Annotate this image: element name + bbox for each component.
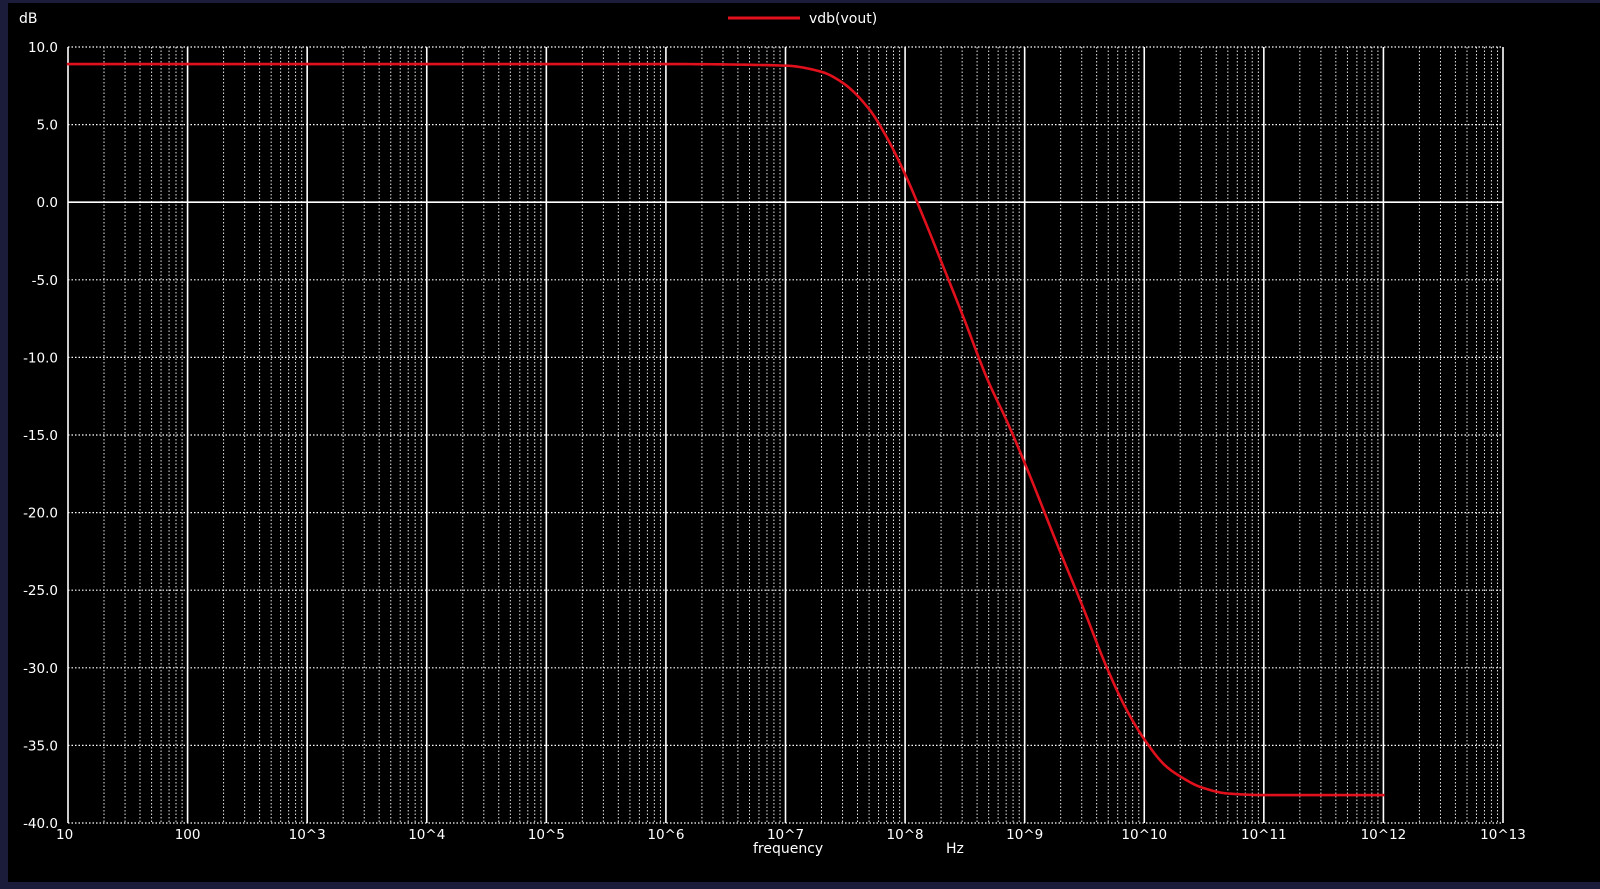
x-tick-label: 100 — [175, 827, 201, 843]
y-tick-label: -10.0 — [23, 350, 58, 366]
bode-magnitude-chart: 10.0 5.0 0.0 -5.0 -10.0 -15.0 -20.0 -25.0 -30.0 -… — [8, 3, 1600, 882]
y-axis-unit-label: dB — [19, 11, 38, 27]
y-tick-label: 10.0 — [28, 40, 58, 56]
x-tick-label: 10^3 — [289, 827, 326, 843]
y-tick-label: -25.0 — [23, 583, 58, 599]
x-tick-label: 10^8 — [887, 827, 924, 843]
x-axis-unit-label: Hz — [946, 841, 964, 857]
x-tick-label: 10^11 — [1241, 827, 1287, 843]
y-tick-label: -5.0 — [32, 273, 58, 289]
plot-window: 10.0 5.0 0.0 -5.0 -10.0 -15.0 -20.0 -25.0 -30.0 -… — [8, 3, 1600, 882]
x-tick-label: 10^5 — [528, 827, 565, 843]
y-tick-label: -35.0 — [23, 738, 58, 754]
x-tick-label: 10^13 — [1480, 827, 1526, 843]
x-tick-label: 10^12 — [1361, 827, 1407, 843]
x-tick-label: 10 — [56, 827, 73, 843]
x-tick-label: 10^4 — [408, 827, 445, 843]
y-tick-label: -30.0 — [23, 661, 58, 677]
y-tick-label: 0.0 — [37, 195, 58, 211]
x-tick-label: 10^6 — [647, 827, 684, 843]
x-tick-label: 10^9 — [1006, 827, 1043, 843]
x-tick-label: 10^10 — [1121, 827, 1167, 843]
y-tick-label: -40.0 — [23, 816, 58, 832]
plot-area — [8, 3, 1600, 882]
y-tick-label: -20.0 — [23, 506, 58, 522]
x-axis-title: frequency — [753, 841, 823, 857]
y-tick-label: 5.0 — [37, 118, 58, 134]
y-tick-label: -15.0 — [23, 428, 58, 444]
legend-label: vdb(vout) — [809, 11, 877, 27]
